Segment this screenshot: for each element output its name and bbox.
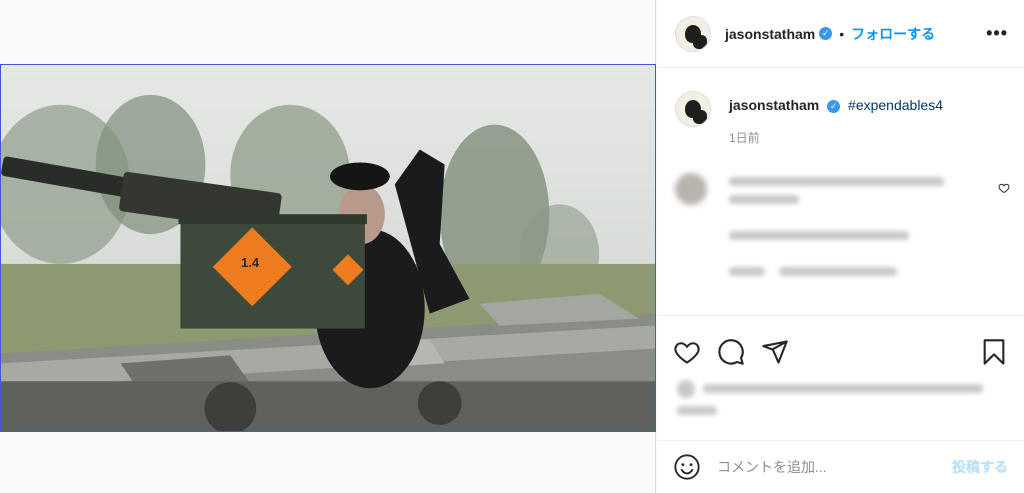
caption-hashtag[interactable]: #expendables4 bbox=[848, 97, 943, 113]
blurred-comment-text bbox=[729, 195, 799, 204]
post-comment-button[interactable]: 投稿する bbox=[952, 457, 1008, 477]
crate-label: 1.4 bbox=[241, 255, 260, 270]
blurred-liker-avatar bbox=[677, 380, 695, 398]
comments-section[interactable]: jasonstatham ✓ #expendables4 1日前 bbox=[657, 69, 1024, 315]
blurred-comment-avatar bbox=[675, 173, 707, 205]
video-still bbox=[1, 65, 655, 431]
comment-like-heart-icon[interactable] bbox=[998, 182, 1010, 194]
blurred-likes-text bbox=[703, 384, 983, 393]
post-timestamp: 1日前 bbox=[729, 131, 760, 145]
avatar[interactable] bbox=[675, 15, 711, 52]
comment-input[interactable] bbox=[717, 459, 952, 475]
blurred-likes-count bbox=[677, 406, 717, 415]
caption-avatar[interactable] bbox=[675, 91, 711, 127]
header-username[interactable]: jasonstatham bbox=[725, 26, 815, 42]
media-area: 1.4 bbox=[0, 0, 656, 493]
post-video[interactable]: 1.4 bbox=[0, 64, 656, 432]
paper-plane-icon[interactable] bbox=[761, 338, 789, 366]
heart-icon[interactable] bbox=[673, 338, 701, 366]
post-side-panel: jasonstatham ✓ • フォローする ••• jasonstatham… bbox=[657, 0, 1024, 493]
separator-dot: • bbox=[839, 25, 845, 42]
caption-username[interactable]: jasonstatham bbox=[729, 97, 819, 113]
emoji-icon[interactable] bbox=[673, 453, 701, 481]
follow-button[interactable]: フォローする bbox=[851, 24, 935, 44]
verified-badge-icon: ✓ bbox=[827, 99, 841, 113]
more-options-icon[interactable]: ••• bbox=[986, 23, 1008, 44]
bookmark-icon[interactable] bbox=[980, 338, 1008, 366]
blurred-reply-link bbox=[779, 267, 897, 276]
blurred-reply-line bbox=[729, 267, 765, 276]
post-header: jasonstatham ✓ • フォローする ••• bbox=[657, 0, 1024, 68]
caption: jasonstatham ✓ #expendables4 1日前 bbox=[657, 69, 1024, 146]
post-actions bbox=[657, 315, 1024, 417]
add-comment-bar: 投稿する bbox=[657, 440, 1024, 493]
verified-badge-icon: ✓ bbox=[819, 27, 833, 40]
comment-bubble-icon[interactable] bbox=[717, 338, 745, 366]
blurred-comment-text bbox=[729, 177, 944, 186]
blurred-comment-meta bbox=[729, 231, 909, 240]
